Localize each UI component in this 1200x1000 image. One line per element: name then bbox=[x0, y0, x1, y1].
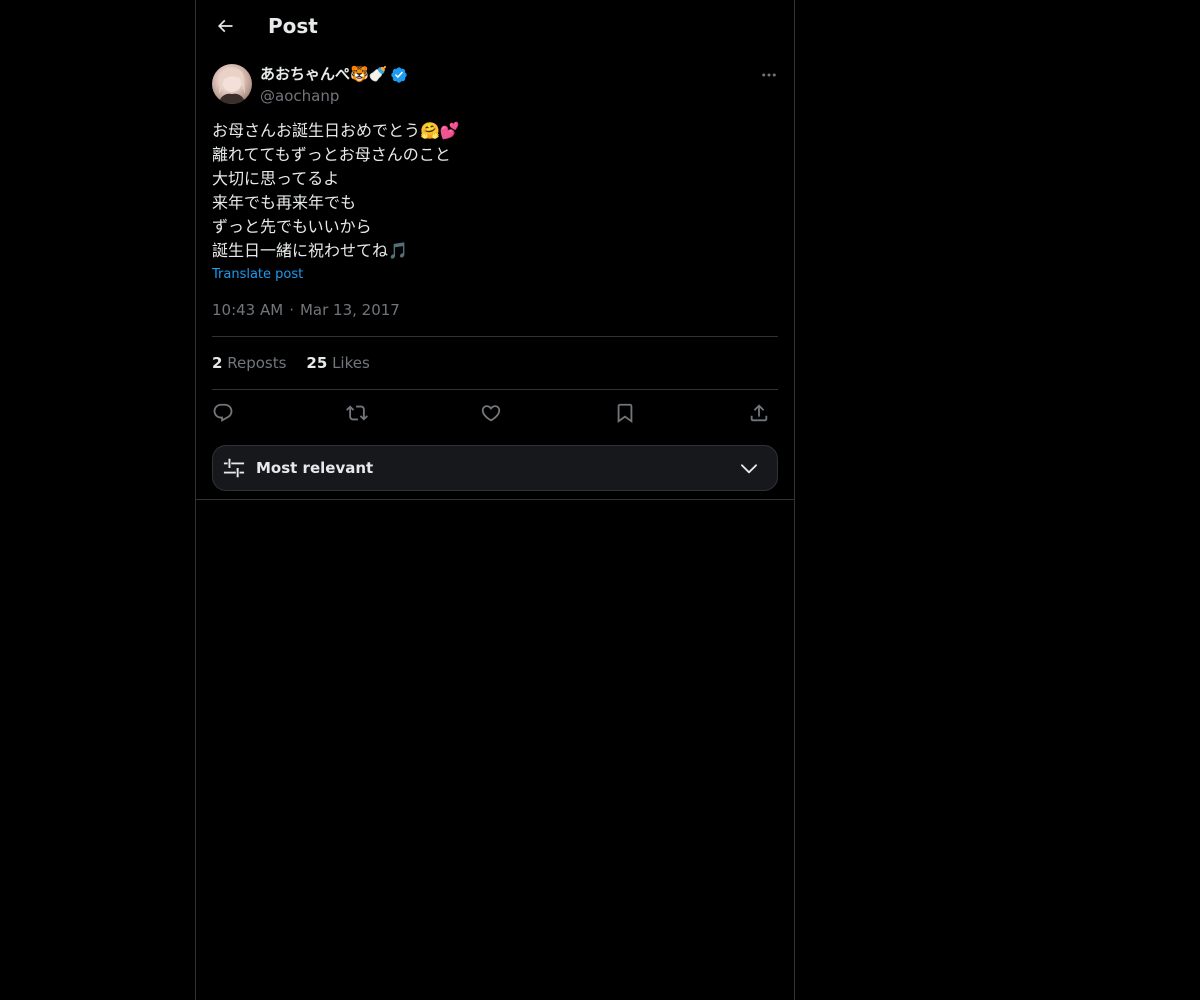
post-stats: 2 Reposts 25 Likes bbox=[212, 353, 370, 373]
post-text-line: 大切に思ってるよ bbox=[212, 169, 340, 188]
divider bbox=[212, 389, 778, 390]
share-button[interactable] bbox=[744, 398, 774, 428]
reply-icon bbox=[213, 403, 233, 422]
reposts-label: Reposts bbox=[227, 354, 287, 372]
display-name-row: あおちゃんぺ🐯🍼 bbox=[260, 64, 408, 85]
post-actions bbox=[212, 398, 778, 428]
like-button[interactable] bbox=[476, 398, 506, 428]
post-author: あおちゃんぺ🐯🍼 @aochanp bbox=[260, 64, 408, 106]
reply-sort-dropdown[interactable]: Most relevant bbox=[212, 445, 778, 491]
display-name[interactable]: あおちゃんぺ🐯🍼 bbox=[260, 64, 387, 85]
likes-count: 25 bbox=[306, 354, 328, 372]
repost-button[interactable] bbox=[342, 398, 372, 428]
share-icon bbox=[750, 404, 768, 422]
reply-button[interactable] bbox=[208, 398, 238, 428]
bookmark-button[interactable] bbox=[610, 398, 640, 428]
author-handle[interactable]: @aochanp bbox=[260, 86, 408, 106]
avatar[interactable] bbox=[212, 64, 252, 104]
likes-label: Likes bbox=[332, 354, 370, 372]
divider bbox=[196, 499, 794, 500]
more-dots-icon bbox=[762, 73, 776, 77]
reposts-stat[interactable]: 2 Reposts bbox=[212, 353, 286, 373]
post-text-line: 来年でも再来年でも bbox=[212, 193, 357, 212]
separator-dot: · bbox=[289, 301, 294, 319]
likes-stat[interactable]: 25 Likes bbox=[306, 353, 369, 373]
back-arrow-icon bbox=[217, 19, 233, 33]
more-options-button[interactable] bbox=[756, 64, 782, 86]
like-icon bbox=[481, 405, 501, 422]
avatar-image bbox=[218, 68, 246, 104]
post-text-line: ずっと先でもいいから bbox=[212, 217, 372, 236]
back-button[interactable] bbox=[208, 9, 242, 43]
sliders-icon bbox=[223, 458, 245, 478]
sort-label: Most relevant bbox=[256, 459, 374, 477]
post-text-line: 離れててもずっとお母さんのこと bbox=[212, 145, 451, 164]
top-bar: Post bbox=[196, 0, 794, 53]
post-text-line: 誕生日一緒に祝わせてね🎵 bbox=[212, 241, 408, 260]
post-text-line: お母さんお誕生日おめでとう🤗💕 bbox=[212, 121, 460, 140]
post-text: お母さんお誕生日おめでとう🤗💕 離れててもずっとお母さんのこと 大切に思ってるよ… bbox=[212, 119, 772, 263]
chevron-down-icon bbox=[741, 464, 757, 474]
reposts-count: 2 bbox=[212, 354, 223, 372]
divider bbox=[212, 336, 778, 337]
bookmark-icon bbox=[617, 403, 633, 424]
post-detail-column: Post あおちゃんぺ🐯🍼 @aochanp お母さんお誕生日おめでとう🤗💕 離… bbox=[195, 0, 795, 1000]
post-time: 10:43 AM bbox=[212, 301, 284, 319]
repost-icon bbox=[346, 405, 368, 421]
translate-post-link[interactable]: Translate post bbox=[212, 266, 303, 284]
page-title: Post bbox=[268, 14, 318, 38]
post-date: Mar 13, 2017 bbox=[299, 301, 400, 319]
verified-badge-icon[interactable] bbox=[390, 66, 408, 84]
post-timestamp[interactable]: 10:43 AM · Mar 13, 2017 bbox=[212, 300, 400, 320]
